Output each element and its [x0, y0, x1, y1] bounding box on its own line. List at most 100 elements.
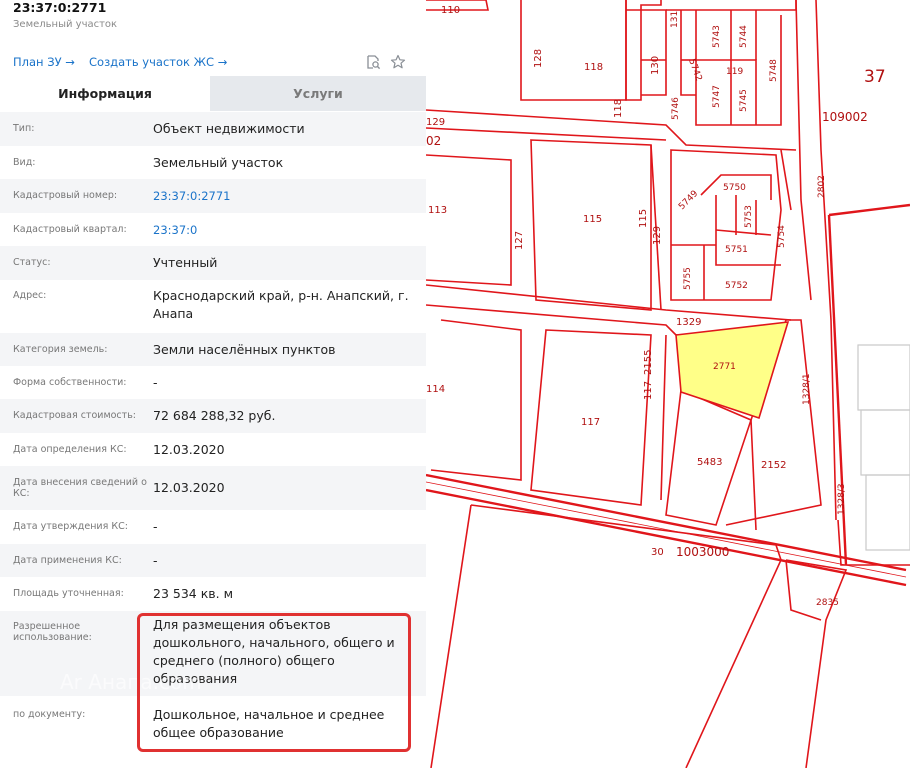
map-label: 119	[726, 67, 743, 77]
map-label: 127	[514, 231, 525, 250]
row-label: Кадастровый квартал:	[13, 224, 127, 235]
create-parcel-link[interactable]: Создать участок ЖС →	[89, 53, 227, 71]
row-label: Статус:	[13, 257, 51, 268]
tab-bar: Информация Услуги	[0, 76, 426, 111]
map-label: 5753	[744, 205, 754, 228]
map-label: 1328/3	[837, 483, 847, 515]
map-label: 5742	[686, 58, 703, 83]
row-address: Адрес: Краснодарский край, р-н. Анапский…	[0, 280, 426, 333]
row-status: Статус: Учтенный	[0, 246, 426, 280]
row-ownership: Форма собственности: -	[0, 366, 426, 399]
map-label: 5746	[671, 97, 681, 120]
map-label: 2152	[761, 460, 786, 471]
map-label: 5752	[725, 281, 748, 291]
tab-services[interactable]: Услуги	[210, 76, 426, 111]
map-label: 110	[441, 5, 460, 16]
cadastral-number-link[interactable]: 23:37:0:2771	[153, 187, 415, 205]
map-label: 117	[643, 381, 654, 400]
map-label: 5744	[739, 25, 749, 48]
row-value: Краснодарский край, р-н. Анапский, г. Ан…	[153, 288, 409, 321]
map-label: 130	[650, 56, 661, 75]
row-label: Адрес:	[13, 290, 47, 301]
row-label: по документу:	[13, 709, 86, 720]
row-label: Тип:	[13, 123, 35, 134]
action-links: План ЗУ → Создать участок ЖС →	[13, 53, 413, 71]
map-label: 114	[426, 384, 445, 395]
map-label: 129	[426, 117, 445, 128]
map-label: 5745	[739, 89, 749, 112]
tab-information[interactable]: Информация	[0, 76, 210, 111]
map-label: 2771	[713, 362, 736, 372]
map-label: 115	[638, 209, 649, 228]
row-value: Учтенный	[153, 255, 218, 270]
row-label: Площадь уточненная:	[13, 588, 124, 599]
zoom-to-icon[interactable]	[365, 54, 381, 70]
row-label: Дата утверждения КС:	[13, 521, 128, 532]
row-type: Тип: Объект недвижимости	[0, 112, 426, 146]
map-label: 2835	[816, 598, 839, 608]
row-approval-date: Дата утверждения КС: -	[0, 510, 426, 544]
map-label: 118	[613, 99, 624, 118]
row-label: Категория земель:	[13, 344, 108, 355]
map-label: 02	[426, 134, 441, 148]
map-label: 128	[533, 49, 544, 68]
row-by-document: по документу: Дошкольное, начальное и ср…	[0, 696, 426, 756]
map-label: 5747	[712, 85, 722, 108]
row-area: Площадь уточненная: 23 534 кв. м	[0, 577, 426, 611]
plan-link[interactable]: План ЗУ →	[13, 53, 75, 71]
map-label: 113	[428, 205, 447, 216]
map-label: 131	[670, 11, 680, 28]
map-label: 37	[864, 67, 886, 87]
row-value: Для размещения объектов дошкольного, нач…	[153, 617, 395, 686]
row-value: 72 684 288,32 руб.	[153, 408, 276, 423]
row-cadastral-value: Кадастровая стоимость: 72 684 288,32 руб…	[0, 399, 426, 433]
row-application-date: Дата применения КС: -	[0, 544, 426, 577]
map-label: 5754	[777, 225, 787, 248]
row-value: -	[153, 375, 158, 390]
star-icon[interactable]	[390, 54, 406, 70]
map-canvas[interactable]: 110 37 128 118 130 131 5742 5743 5744 11…	[426, 0, 910, 768]
parcel-subtitle: Земельный участок	[13, 19, 118, 30]
row-label: Разрешенное использование:	[13, 621, 92, 643]
row-label: Дата применения КС:	[13, 555, 122, 566]
row-label: Дата внесения сведений о КС:	[13, 477, 147, 499]
row-value: -	[153, 519, 158, 534]
info-panel: 23:37:0:2771 Земельный участок План ЗУ →…	[0, 0, 426, 768]
row-value: 12.03.2020	[153, 442, 225, 457]
row-entry-date: Дата внесения сведений о КС: 12.03.2020	[0, 466, 426, 510]
map-label: 118	[584, 62, 603, 73]
row-cadastral-block: Кадастровый квартал: 23:37:0	[0, 213, 426, 246]
map-label: 5749	[677, 189, 700, 212]
row-kind: Вид: Земельный участок	[0, 146, 426, 179]
map-label: 5750	[723, 183, 746, 193]
map-label: 1328/1	[802, 373, 812, 405]
row-land-category: Категория земель: Земли населённых пункт…	[0, 333, 426, 366]
row-label: Дата определения КС:	[13, 444, 127, 455]
cadastral-map[interactable]: 110 37 128 118 130 131 5742 5743 5744 11…	[426, 0, 910, 768]
row-value: -	[153, 553, 158, 568]
map-label: 129	[652, 226, 663, 245]
row-cadastral-number: Кадастровый номер: 23:37:0:2771	[0, 179, 426, 213]
row-permitted-use: Разрешенное использование: Для размещени…	[0, 611, 426, 696]
map-label: 115	[583, 214, 602, 225]
map-label: 109002	[822, 110, 868, 124]
row-label: Кадастровый номер:	[13, 190, 118, 201]
map-label: 2155	[643, 350, 654, 375]
building-outlines	[857, 344, 910, 551]
row-value: Дошкольное, начальное и среднее общее об…	[153, 707, 385, 740]
row-label: Вид:	[13, 157, 36, 168]
map-label: 5743	[712, 25, 722, 48]
map-label: 5751	[725, 245, 748, 255]
cadastral-block-link[interactable]: 23:37:0	[153, 221, 415, 239]
row-value: Земли населённых пунктов	[153, 342, 336, 357]
map-label: 5755	[683, 267, 693, 290]
row-value: Объект недвижимости	[153, 121, 305, 136]
map-label: 2802	[817, 175, 827, 198]
row-label: Форма собственности:	[13, 377, 127, 388]
panel-header: 23:37:0:2771 Земельный участок	[13, 0, 117, 32]
property-table: Тип: Объект недвижимости Вид: Земельный …	[0, 112, 426, 756]
row-label: Кадастровая стоимость:	[13, 410, 136, 421]
row-value: 23 534 кв. м	[153, 586, 234, 601]
row-value: 12.03.2020	[153, 480, 225, 495]
map-label: 30	[651, 547, 664, 558]
